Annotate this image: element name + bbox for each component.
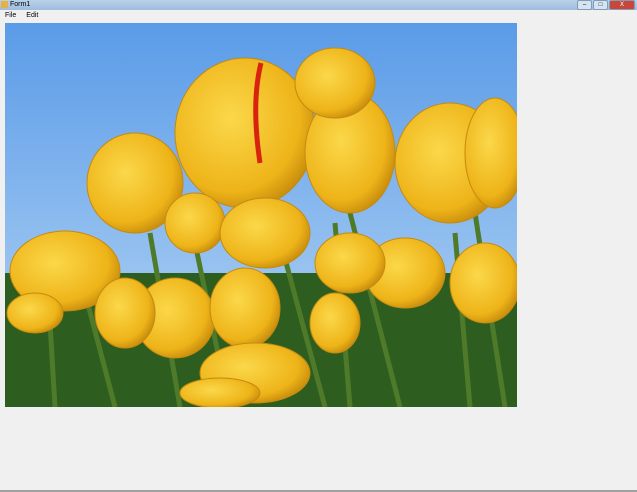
title-bar: Form1 – □ X [0, 0, 637, 10]
minimize-button[interactable]: – [577, 0, 592, 10]
maximize-button[interactable]: □ [593, 0, 608, 10]
menu-bar: File Edit [0, 10, 637, 22]
menu-file[interactable]: File [0, 10, 21, 22]
tulips-image [5, 23, 517, 407]
picture-box [5, 23, 517, 407]
menu-edit[interactable]: Edit [21, 10, 43, 22]
close-button[interactable]: X [609, 0, 635, 10]
app-icon [1, 1, 8, 8]
window-title: Form1 [10, 1, 31, 8]
